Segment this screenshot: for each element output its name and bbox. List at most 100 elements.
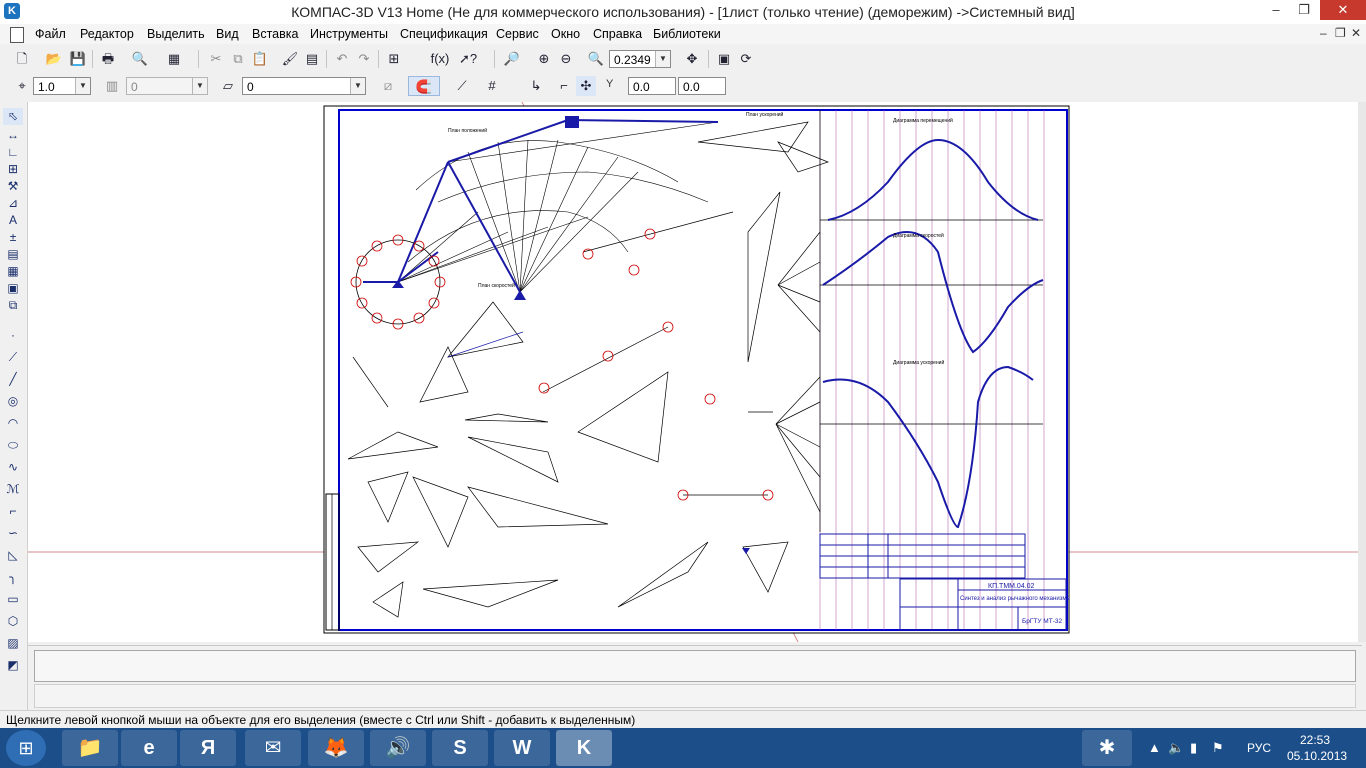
chevron-down-icon[interactable]: ▼ [655,51,670,67]
state-field[interactable]: 0 ▼ [126,77,208,95]
ie-icon[interactable]: e [121,730,177,766]
help-pointer-icon[interactable]: ➚? [458,49,478,69]
ortho-icon[interactable]: ⟋ [452,76,472,96]
tray-app-icon[interactable]: ✱ [1082,730,1132,766]
menu-tools[interactable]: Инструменты [310,26,388,42]
pan-icon[interactable]: ✥ [682,49,702,69]
properties-icon[interactable]: ▤ [302,49,322,69]
chevron-down-icon[interactable]: ▼ [75,78,90,94]
yandex-icon[interactable]: Я [180,730,236,766]
step-field[interactable]: 1.0 ▼ [33,77,91,95]
local-cs-icon[interactable]: ↳ [526,76,546,96]
layer-field[interactable]: 0 ▼ [242,77,366,95]
bezier-icon[interactable]: ℳ [3,481,23,498]
fill-icon[interactable]: ◩ [3,657,23,674]
step-cursor-icon[interactable]: ⌖ [12,76,32,96]
restore-button[interactable]: ❐ [1290,0,1318,20]
new-document-icon[interactable]: 🗋 [12,49,32,69]
menu-insert[interactable]: Вставка [252,26,298,42]
spline-icon[interactable]: ∿ [3,459,23,476]
fragments-tab-icon[interactable]: ▣ [3,280,23,297]
preview-icon[interactable]: 🔍 [130,49,150,69]
copy-icon[interactable]: ⧉ [228,49,248,69]
tray-expand-icon[interactable]: ▲ [1148,740,1161,755]
menu-view[interactable]: Вид [216,26,239,42]
minimize-button[interactable]: – [1262,0,1290,20]
dimensions-tab-icon[interactable]: ↔ [3,127,23,144]
network-icon[interactable]: ▮ [1190,740,1197,756]
coord-y-field[interactable]: 0.0 [678,77,726,95]
menu-libraries[interactable]: Библиотеки [653,26,721,42]
flag-icon[interactable]: ⚑ [1212,740,1224,756]
layer-props-icon[interactable]: ⧄ [378,76,398,96]
menu-editor[interactable]: Редактор [80,26,134,42]
measure-tab-icon[interactable]: ⊿ [3,195,23,212]
round-icon[interactable]: ✣ [576,76,596,96]
close-button[interactable]: ✕ [1320,0,1366,20]
menu-help[interactable]: Справка [593,26,642,42]
clock-date[interactable]: 05.10.2013 [1287,749,1347,763]
zoom-scale-icon[interactable]: 🔍 [586,49,606,69]
menu-file[interactable]: Файл [35,26,66,42]
tree-icon[interactable]: ⊞ [384,49,404,69]
refresh-icon[interactable]: ⟳ [736,49,756,69]
print-icon[interactable]: 🖶 [98,49,118,69]
zoom-out-icon[interactable]: ⊖ [556,49,576,69]
mdi-restore-button[interactable]: ❐ [1335,26,1346,40]
point-icon[interactable]: · [3,327,23,344]
rectangle-icon[interactable]: ▭ [3,591,23,608]
clock-time[interactable]: 22:53 [1300,733,1330,747]
state-icon[interactable]: ▥ [102,76,122,96]
volume-icon[interactable]: 🔈 [1168,740,1184,756]
symbols-tab-icon[interactable]: ∟ [3,144,23,161]
vertical-scrollbar[interactable] [1358,102,1366,642]
arc-icon[interactable]: ◠ [3,415,23,432]
fillet-icon[interactable]: ╮ [3,569,23,586]
mail-icon[interactable]: ✉ [245,730,301,766]
start-button[interactable]: ⊞ [6,730,46,766]
library-tab-icon[interactable]: ⧉ [3,297,23,314]
language-indicator[interactable]: РУС [1247,741,1271,755]
insert-tab-icon[interactable]: ▦ [3,263,23,280]
ellipse-icon[interactable]: ⬭ [3,437,23,454]
undo-icon[interactable]: ↶ [332,49,352,69]
drawing-sheet[interactable]: КП.ТММ.04.02 Синтез и анализ рычажного м… [28,101,1362,643]
menu-window[interactable]: Окно [551,26,580,42]
chamfer-icon[interactable]: ◺ [3,547,23,564]
zoom-in-icon[interactable]: ⊕ [534,49,554,69]
regenerate-icon[interactable]: ▣ [714,49,734,69]
reports-tab-icon[interactable]: ▤ [3,246,23,263]
polygon-icon[interactable]: ⬡ [3,613,23,630]
grid-icon[interactable]: # [482,76,502,96]
segment-icon[interactable]: ╱ [3,371,23,388]
open-folder-icon[interactable]: 📂 [44,49,64,69]
properties-field[interactable] [34,650,1356,682]
drawing-canvas[interactable]: КП.ТММ.04.02 Синтез и анализ рычажного м… [28,101,1362,643]
chevron-down-icon[interactable]: ▼ [192,78,207,94]
zoom-window-icon[interactable]: 🔎 [502,49,522,69]
ortho-mode-icon[interactable]: ⌐ [554,76,574,96]
coord-x-field[interactable]: 0.0 [628,77,676,95]
circle-icon[interactable]: ◎ [3,393,23,410]
auxiliary-line-icon[interactable]: ⟋ [3,349,23,366]
geometry-tab-icon[interactable]: ⬁ [3,108,23,125]
menu-select[interactable]: Выделить [147,26,205,42]
edit-tab-icon[interactable]: ⊞ [3,161,23,178]
kompas-taskbar-icon[interactable]: K [556,730,612,766]
manager-icon[interactable]: ▦ [164,49,184,69]
layer-icon[interactable]: ▱ [218,76,238,96]
select-tab-icon[interactable]: A [3,212,23,229]
fx-button[interactable]: f(x) [430,49,450,69]
save-icon[interactable]: 💾 [68,49,88,69]
chevron-down-icon[interactable]: ▼ [350,78,365,94]
mdi-close-button[interactable]: ✕ [1351,26,1361,40]
format-brush-icon[interactable]: 🖌 [280,49,300,69]
speaker-app-icon[interactable]: 🔊 [370,730,426,766]
paste-icon[interactable]: 📋 [250,49,270,69]
explorer-icon[interactable]: 📁 [62,730,118,766]
firefox-icon[interactable]: 🦊 [308,730,364,766]
spec-tab-icon[interactable]: ± [3,229,23,246]
redo-icon[interactable]: ↷ [354,49,374,69]
zoom-field[interactable]: 0.2349 ▼ [609,50,671,68]
menu-service[interactable]: Сервис [496,26,539,42]
